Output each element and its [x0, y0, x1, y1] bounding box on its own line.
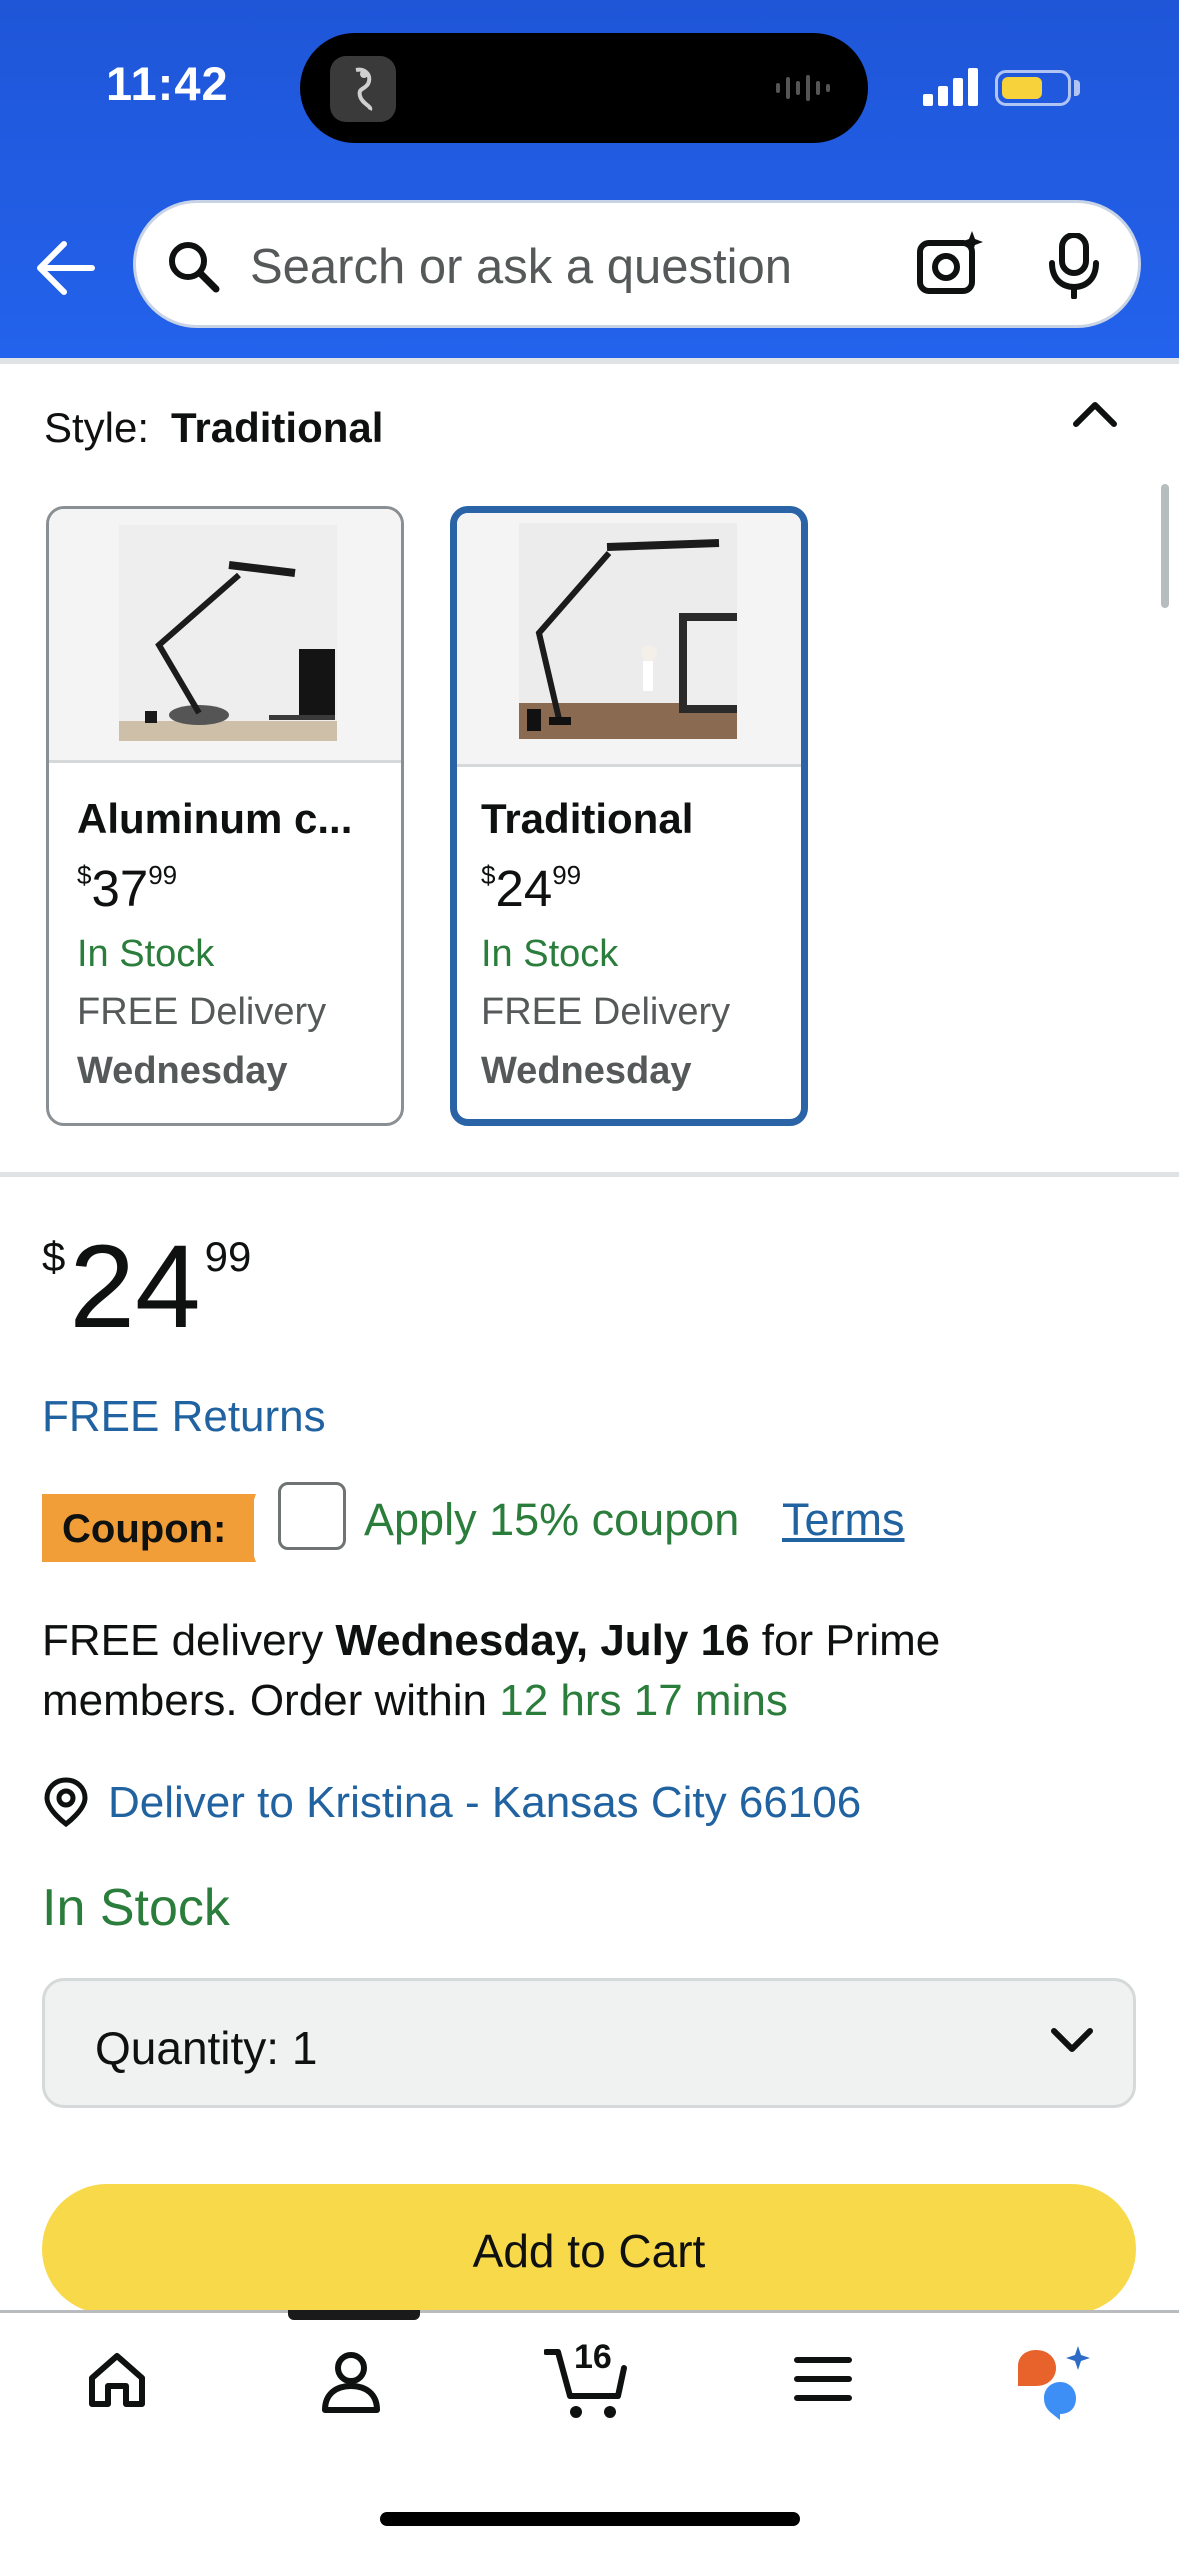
cellular-signal-icon — [923, 68, 978, 106]
rufus-assistant-icon[interactable] — [1014, 2344, 1094, 2422]
add-to-cart-button[interactable]: Add to Cart — [42, 2184, 1136, 2314]
divider — [0, 1172, 1179, 1177]
active-tab-indicator — [288, 2310, 420, 2320]
account-icon[interactable] — [320, 2350, 382, 2414]
style-option-title: Traditional — [481, 795, 694, 842]
menu-icon[interactable] — [794, 2356, 852, 2402]
style-option-stock: In Stock — [77, 933, 215, 975]
home-indicator — [380, 2512, 800, 2526]
style-selected-value: Traditional — [171, 404, 384, 451]
search-input[interactable]: Search or ask a question — [250, 239, 792, 295]
delivery-date: Wednesday, July 16 — [335, 1616, 750, 1665]
quantity-dropdown[interactable]: Quantity: 1 — [42, 1978, 1136, 2108]
live-activity-app-icon — [330, 56, 396, 122]
cart-count-badge: 16 — [574, 2338, 612, 2376]
style-option-delivery-day: Wednesday — [77, 1050, 288, 1092]
chevron-up-icon[interactable] — [1070, 398, 1120, 430]
style-option-delivery: FREE Delivery — [481, 991, 731, 1033]
quantity-value: 1 — [291, 2022, 318, 2074]
deliver-to-link[interactable]: Deliver to Kristina - Kansas City 66106 — [108, 1778, 861, 1828]
style-option-price: $2499 — [481, 860, 582, 917]
app-header: 11:42 Search or ask a question — [0, 0, 1179, 358]
style-option-delivery: FREE Delivery — [77, 991, 327, 1033]
availability-status: In Stock — [42, 1879, 230, 1937]
product-price: $2499 — [42, 1221, 252, 1353]
style-option-stock: In Stock — [481, 933, 619, 975]
style-option-price: $3799 — [77, 860, 178, 917]
camera-lens-icon[interactable] — [914, 229, 984, 299]
chevron-down-icon — [1051, 2028, 1093, 2052]
dynamic-island — [300, 33, 868, 143]
delivery-info-line2: members. Order within 12 hrs 17 mins — [42, 1676, 788, 1725]
style-label: Style: Traditional — [44, 404, 384, 451]
back-arrow-icon[interactable] — [34, 238, 98, 298]
apply-coupon-label[interactable]: Apply 15% coupon — [364, 1494, 739, 1546]
coupon-checkbox[interactable] — [278, 1482, 346, 1550]
home-icon[interactable] — [86, 2350, 148, 2410]
coupon-terms-link[interactable]: Terms — [782, 1494, 905, 1546]
style-option-aluminum[interactable]: Aluminum c... $3799 In Stock FREE Delive… — [46, 506, 404, 1126]
audio-wave-icon — [776, 75, 830, 101]
battery-icon — [995, 70, 1071, 106]
quantity-label: Quantity: 1 — [95, 2022, 318, 2074]
delivery-info: FREE delivery Wednesday, July 16 for Pri… — [42, 1616, 941, 1665]
divider — [0, 358, 1179, 364]
location-pin-icon — [44, 1777, 88, 1828]
search-bar[interactable]: Search or ask a question — [133, 200, 1141, 328]
order-countdown: 12 hrs 17 mins — [499, 1676, 788, 1725]
product-image — [457, 513, 801, 767]
search-icon — [169, 242, 220, 293]
scrollbar[interactable] — [1161, 484, 1169, 608]
style-option-delivery-day: Wednesday — [481, 1050, 692, 1092]
style-option-title: Aluminum c... — [77, 795, 353, 842]
style-option-traditional[interactable]: Traditional $2499 In Stock FREE Delivery… — [450, 506, 808, 1126]
free-returns-link[interactable]: FREE Returns — [42, 1392, 326, 1442]
coupon-badge: Coupon: — [42, 1494, 254, 1562]
status-time: 11:42 — [106, 57, 229, 110]
product-image — [49, 509, 401, 763]
microphone-icon[interactable] — [1046, 233, 1102, 299]
